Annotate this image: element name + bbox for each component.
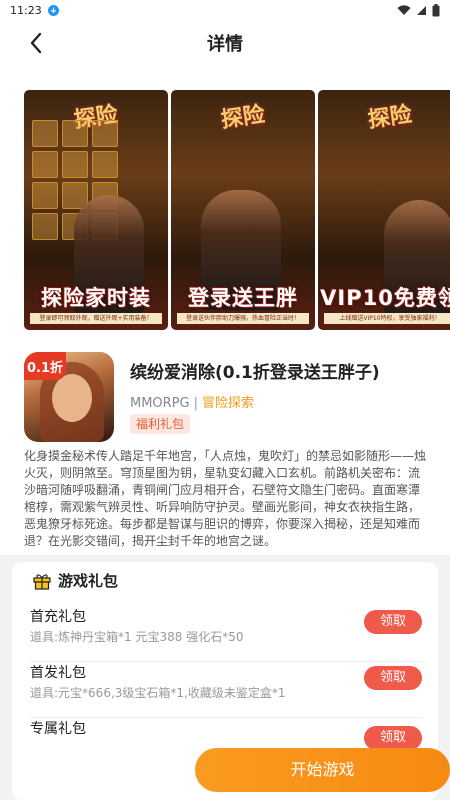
gift-title: 首发礼包	[30, 665, 86, 681]
gift-item: 首发礼包 道具:元宝*666,3级宝石箱*1,收藏级未鉴定盒*1 领取	[30, 662, 422, 718]
gift-title: 专属礼包	[30, 721, 86, 737]
signal-icon	[417, 5, 426, 15]
game-icon: 0.1折	[24, 352, 114, 442]
screenshot-3[interactable]: 探险 VIP10免费领 上线赠送VIP10特权，享受独家福利！	[318, 90, 450, 330]
game-genre-row: MMORPG | 冒险探索	[130, 396, 255, 411]
screenshot-caption: 探险家时装	[41, 286, 151, 310]
gift-detail: 道具:元宝*666,3级宝石箱*1,收藏级未鉴定盒*1	[30, 686, 286, 700]
screenshot-banner: 上线赠送VIP10特权，享受独家福利！	[324, 313, 450, 324]
game-genre: MMORPG	[130, 396, 190, 411]
game-info: 0.1折 缤纷爱消除(0.1折登录送王胖子) MMORPG | 冒险探索 福利礼包 …	[0, 350, 450, 555]
gift-detail: 道具:炼神丹宝箱*1 元宝388 强化石*50	[30, 630, 244, 644]
wifi-icon	[397, 4, 411, 15]
screenshot-banner: 登录送伙伴胖助刀爆强，热血冒险正当时！	[177, 313, 309, 324]
top-bar: 详情	[0, 20, 450, 66]
game-logo-art: 探险	[366, 102, 414, 134]
screenshot-banner: 登录即可领取外观，赠送外观+实用装备！	[30, 313, 162, 324]
gift-item: 首充礼包 道具:炼神丹宝箱*1 元宝388 强化石*50 领取	[30, 606, 422, 662]
screenshot-2[interactable]: 探险 登录送王胖 登录送伙伴胖助刀爆强，热血冒险正当时！	[171, 90, 315, 330]
screenshot-gallery[interactable]: 探险 探险家时装 登录即可领取外观，赠送外观+实用装备！ 探险 登录送王胖 登录…	[0, 66, 450, 350]
gift-section-title: 游戏礼包	[58, 572, 119, 590]
page-title: 详情	[207, 34, 243, 55]
back-arrow-icon	[30, 32, 42, 54]
game-name: 缤纷爱消除(0.1折登录送王胖子)	[130, 363, 380, 383]
battery-icon	[432, 3, 440, 16]
app-detail-page: 11:23 详情 探险 探险家时装 登录即可领取外观，赠送外观+实用装备！ 探险…	[0, 0, 450, 800]
status-bar: 11:23	[0, 0, 450, 20]
download-notification-icon	[47, 4, 59, 16]
screenshot-caption: VIP10免费领	[320, 286, 450, 310]
claim-button[interactable]: 领取	[364, 666, 422, 690]
start-game-button[interactable]: 开始游戏	[195, 748, 450, 792]
status-time: 11:23	[10, 3, 42, 17]
game-description: 化身摸金秘术传人踏足千年地宫，「人点烛，鬼吹灯」的禁忌如影随形——烛火灭，则阴煞…	[24, 449, 427, 548]
screenshot-1[interactable]: 探险 探险家时装 登录即可领取外观，赠送外观+实用装备！	[24, 90, 168, 330]
back-button[interactable]	[22, 30, 50, 56]
screenshot-caption: 登录送王胖	[188, 286, 298, 310]
welfare-tag: 福利礼包	[130, 414, 191, 434]
game-logo-art: 探险	[219, 102, 267, 134]
gift-section-header: 游戏礼包	[32, 570, 118, 591]
claim-button[interactable]: 领取	[364, 610, 422, 634]
gift-icon	[33, 573, 51, 590]
claim-button[interactable]: 领取	[364, 726, 422, 750]
gift-title: 首充礼包	[30, 609, 86, 625]
game-category: 冒险探索	[202, 396, 255, 411]
discount-badge: 0.1折	[24, 352, 66, 380]
